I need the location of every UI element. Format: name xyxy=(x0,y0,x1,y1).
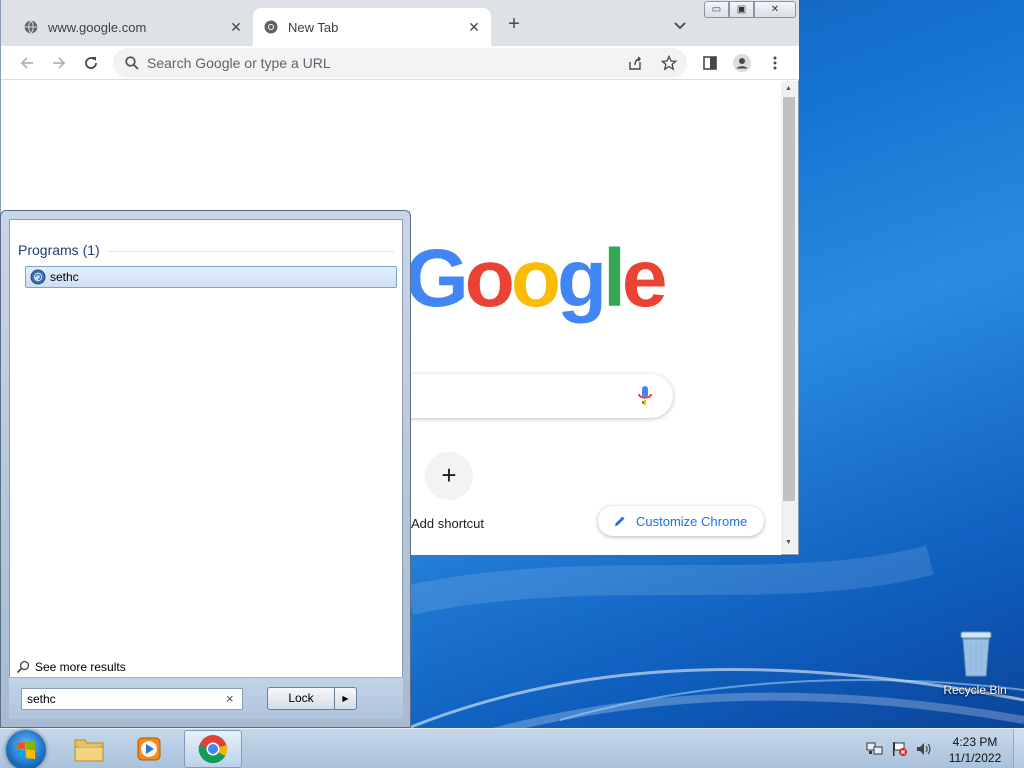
start-search-input[interactable]: sethc × xyxy=(21,688,243,710)
minimize-button[interactable]: ▭ xyxy=(704,1,729,18)
search-icon xyxy=(16,660,30,674)
chrome-icon xyxy=(263,19,279,35)
lock-button[interactable]: Lock xyxy=(267,687,335,710)
forward-icon[interactable] xyxy=(48,52,70,74)
logo-letter: l xyxy=(603,233,626,324)
pencil-icon xyxy=(615,516,625,526)
omnibox[interactable]: Search Google or type a URL xyxy=(113,48,687,78)
star-icon[interactable] xyxy=(661,55,677,71)
add-shortcut-label[interactable]: Add shortcut xyxy=(411,516,484,531)
clock-date[interactable]: 11/1/2022 xyxy=(944,751,1006,765)
start-button[interactable] xyxy=(6,730,46,768)
taskbar: 4:23 PM 11/1/2022 xyxy=(0,728,1024,768)
network-icon[interactable] xyxy=(866,741,884,760)
scroll-up-icon[interactable]: ▲ xyxy=(785,85,792,92)
search-icon xyxy=(125,56,139,70)
recycle-bin-icon xyxy=(960,631,992,677)
start-menu: Programs (1) sethc See more results seth… xyxy=(0,210,411,728)
clock-time[interactable]: 4:23 PM xyxy=(948,735,1002,749)
add-shortcut-button[interactable]: + xyxy=(425,452,473,500)
divider xyxy=(108,251,394,252)
tab-google[interactable]: www.google.com ✕ xyxy=(13,8,253,46)
search-results-pane: Programs (1) sethc See more results xyxy=(9,219,403,719)
power-options-arrow-button[interactable]: ▶ xyxy=(334,687,357,710)
taskbar-file-explorer[interactable] xyxy=(60,730,118,768)
start-menu-bottom-bar: sethc × Lock ▶ xyxy=(9,677,403,719)
logo-letter: g xyxy=(556,233,607,324)
logo-letter: o xyxy=(510,233,561,324)
close-tab-icon[interactable]: ✕ xyxy=(227,18,245,36)
maximize-button[interactable]: ▣ xyxy=(729,1,754,18)
volume-icon[interactable] xyxy=(915,741,933,760)
show-desktop-button[interactable] xyxy=(1013,729,1024,768)
programs-header: Programs (1) xyxy=(18,242,100,258)
tab-title: www.google.com xyxy=(48,19,147,35)
back-icon[interactable] xyxy=(16,52,38,74)
share-icon[interactable] xyxy=(627,55,643,71)
search-result-sethc[interactable]: sethc xyxy=(25,266,397,288)
recycle-bin-label: Recycle Bin xyxy=(943,683,1007,697)
logo-letter: e xyxy=(621,233,668,324)
side-panel-icon[interactable] xyxy=(699,52,721,74)
profile-avatar-icon[interactable] xyxy=(731,52,753,74)
menu-dots-icon[interactable] xyxy=(764,52,786,74)
ntp-search-box[interactable] xyxy=(401,374,673,418)
google-logo: Google xyxy=(405,232,668,326)
tab-strip: www.google.com ✕ New Tab ✕ + ▭ ▣ ✕ xyxy=(1,0,799,46)
scroll-down-icon[interactable]: ▼ xyxy=(785,539,792,546)
see-more-label: See more results xyxy=(35,660,126,674)
taskbar-chrome[interactable] xyxy=(184,730,242,768)
logo-letter: o xyxy=(464,233,515,324)
clear-search-icon[interactable]: × xyxy=(226,691,234,706)
tab-new-tab[interactable]: New Tab ✕ xyxy=(253,8,491,46)
action-center-flag-icon[interactable] xyxy=(891,741,909,760)
globe-icon xyxy=(23,19,39,35)
close-tab-icon[interactable]: ✕ xyxy=(465,18,483,36)
reload-icon[interactable] xyxy=(80,52,102,74)
customize-label: Customize Chrome xyxy=(636,513,748,529)
scrollbar-thumb[interactable] xyxy=(783,97,795,501)
logo-letter: G xyxy=(405,233,469,324)
media-player-icon xyxy=(137,737,161,761)
search-input-value: sethc xyxy=(27,692,56,706)
new-tab-button[interactable]: + xyxy=(503,14,525,36)
taskbar-media-player[interactable] xyxy=(120,730,178,768)
customize-chrome-button[interactable]: Customize Chrome xyxy=(598,506,764,536)
search-result-label: sethc xyxy=(50,270,79,284)
see-more-results-link[interactable]: See more results xyxy=(16,660,126,674)
sethc-icon xyxy=(30,269,46,285)
chevron-down-icon[interactable] xyxy=(671,16,689,34)
browser-toolbar: Search Google or type a URL xyxy=(1,46,799,80)
folder-icon xyxy=(74,739,104,762)
omnibox-placeholder: Search Google or type a URL xyxy=(147,55,331,71)
chrome-icon xyxy=(198,735,228,764)
recycle-bin-shortcut[interactable]: Recycle Bin xyxy=(940,630,1010,700)
microphone-icon[interactable] xyxy=(635,384,655,408)
tab-title: New Tab xyxy=(288,19,339,35)
close-window-button[interactable]: ✕ xyxy=(754,1,796,18)
windows-logo-icon xyxy=(17,741,35,759)
